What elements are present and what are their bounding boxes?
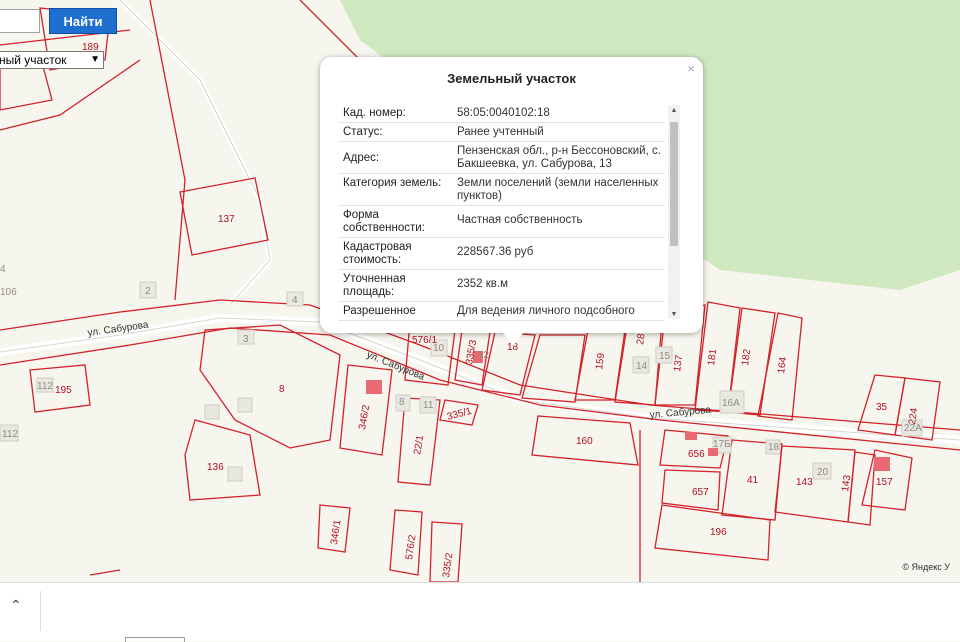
plot-label: 28 — [635, 332, 648, 345]
property-row: Адрес: Пензенская обл., р-н Бессоновский,… — [338, 142, 665, 174]
property-row: Кад. номер: 58:05:0040102:18 — [338, 104, 665, 123]
svg-text:11: 11 — [423, 400, 434, 411]
search-button[interactable]: Найти — [49, 8, 117, 34]
scroll-down-icon[interactable]: ▼ — [668, 311, 680, 318]
bottom-bar: ⌃ — [0, 582, 960, 642]
property-row: Кадастровая стоимость: 228567.36 руб — [338, 238, 665, 270]
svg-text:8: 8 — [399, 397, 405, 408]
plot-label: 195 — [55, 385, 72, 396]
plot-label: 8 — [279, 384, 285, 395]
popup-scrollbar[interactable]: ▲ ▼ — [668, 105, 680, 319]
plot-label: 136 — [207, 462, 224, 473]
plot-label: 657 — [692, 487, 709, 498]
svg-text:4: 4 — [292, 295, 298, 306]
plot-label: 576/2 — [404, 534, 418, 561]
plot-label: 656 — [688, 449, 705, 460]
svg-text:10: 10 — [433, 343, 445, 354]
plot-label: 160 — [576, 436, 593, 447]
object-type-select[interactable]: ный участок ▼ — [0, 51, 104, 69]
svg-text:2: 2 — [145, 286, 151, 297]
search-bar: Найти — [0, 8, 120, 36]
plot-label: 181 — [706, 348, 719, 366]
scroll-up-icon[interactable]: ▲ — [668, 107, 680, 114]
plot-label: 182 — [740, 348, 753, 366]
plot-label: 346/1 — [329, 519, 343, 546]
svg-text:16A: 16A — [722, 398, 740, 409]
popup-title: Земельный участок — [447, 71, 576, 86]
chevron-down-icon: ▼ — [90, 54, 100, 65]
svg-text:112: 112 — [37, 381, 53, 392]
plot-label: 41 — [747, 475, 759, 486]
svg-text:17Б: 17Б — [713, 439, 731, 450]
plot-label: 137 — [218, 214, 235, 225]
plot-label: 164 — [776, 356, 789, 374]
plot-label: 157 — [876, 477, 893, 488]
plot-label: 159 — [594, 352, 607, 370]
plot-label: 22/1 — [412, 434, 426, 456]
popup-properties: Кад. номер: 58:05:0040102:18 Статус: Ранее… — [338, 104, 665, 322]
property-row: Уточненная площадь: 2352 кв.м — [338, 270, 665, 302]
property-row: Статус: Ранее учтенный — [338, 123, 665, 142]
plot-info-popup: Земельный участок × Кад. номер: 58:05:004… — [320, 57, 703, 346]
property-row: Разрешенное Для ведения личного подсобног… — [338, 302, 665, 321]
search-input[interactable] — [0, 9, 40, 33]
chevron-up-icon[interactable]: ⌃ — [10, 597, 26, 617]
property-row: Форма собственности: Частная собственност… — [338, 206, 665, 238]
plot-label: 335/2 — [441, 552, 455, 579]
property-row: Категория земель: Земли поселений (земли … — [338, 174, 665, 206]
svg-text:15: 15 — [659, 351, 671, 362]
object-type-selected: ный участок — [0, 53, 67, 67]
svg-text:3: 3 — [243, 334, 249, 345]
svg-text:18: 18 — [768, 442, 780, 453]
divider — [40, 591, 41, 631]
svg-text:106: 106 — [0, 287, 17, 298]
svg-text:4: 4 — [0, 264, 6, 275]
close-icon[interactable]: × — [687, 61, 695, 76]
plot-label: 143 — [796, 477, 813, 488]
plot-label: 137 — [672, 354, 685, 372]
svg-text:20: 20 — [817, 467, 829, 478]
svg-text:112: 112 — [2, 429, 18, 440]
svg-text:14: 14 — [636, 361, 648, 372]
plot-label: 196 — [710, 527, 727, 538]
road-saburova — [0, 313, 960, 444]
svg-text:12: 12 — [478, 350, 490, 361]
plot-label: 346/2 — [357, 404, 372, 431]
plot-label: 335/1 — [446, 406, 473, 423]
scroll-thumb[interactable] — [670, 122, 678, 246]
plot-label: 35 — [876, 402, 888, 413]
road-north — [118, 0, 273, 307]
svg-text:22A: 22A — [904, 423, 922, 434]
map-copyright[interactable]: © Яндекс У — [902, 562, 950, 572]
